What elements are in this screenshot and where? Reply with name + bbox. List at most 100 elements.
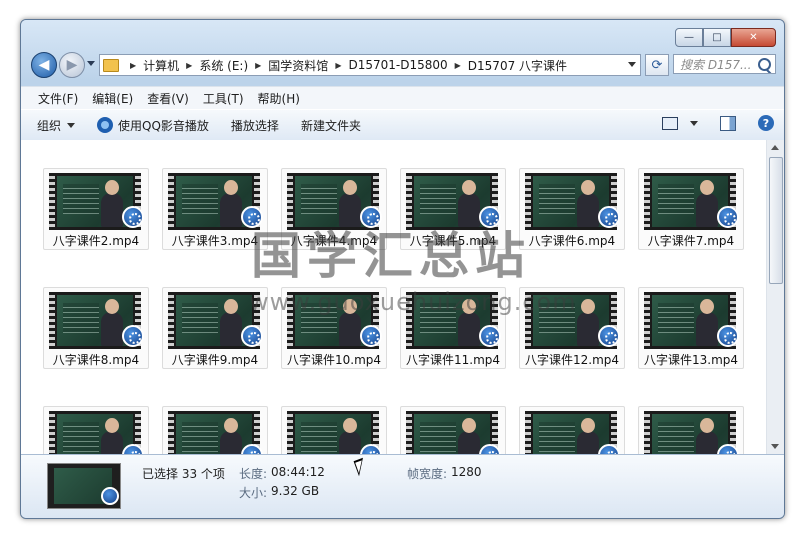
menu-tools[interactable]: 工具(T)	[203, 90, 244, 107]
chevron-right-icon[interactable]: ▶	[255, 61, 261, 70]
video-frame	[652, 414, 728, 454]
qq-player-icon	[241, 206, 263, 228]
arrow-left-icon: ◀	[38, 57, 50, 73]
file-item[interactable]: 八字课件14.mp4	[43, 406, 149, 454]
file-item[interactable]: 八字课件9.mp4	[162, 287, 268, 369]
lecturer-figure	[339, 299, 361, 346]
blackboard-writing	[63, 303, 99, 333]
recent-pages-dropdown[interactable]	[87, 61, 95, 66]
play-with-qq-button[interactable]: 使用QQ影音播放	[97, 117, 209, 134]
lecturer-figure	[458, 299, 480, 346]
view-controls: ?	[662, 115, 774, 131]
file-item[interactable]: 八字课件5.mp4	[400, 168, 506, 250]
qq-player-icon	[598, 206, 620, 228]
lecturer-figure	[577, 299, 599, 346]
file-item[interactable]: 八字课件10.mp4	[281, 287, 387, 369]
change-view-icon[interactable]	[662, 116, 678, 130]
blackboard-writing	[658, 303, 694, 333]
file-name: 八字课件4.mp4	[290, 234, 378, 248]
address-dropdown[interactable]	[628, 62, 636, 67]
address-bar[interactable]: ▶ 计算机 ▶ 系统 (E:) ▶ 国学资料馆 ▶ D15701-D15800 …	[99, 54, 641, 76]
organize-label: 组织	[37, 118, 62, 133]
menu-file[interactable]: 文件(F)	[38, 90, 78, 107]
file-item[interactable]: 八字课件8.mp4	[43, 287, 149, 369]
vertical-scrollbar[interactable]	[766, 140, 784, 454]
blackboard-writing	[182, 303, 218, 333]
selected-count: 已选择 33 个项	[142, 467, 225, 481]
preview-pane-icon[interactable]	[720, 115, 736, 131]
file-name: 八字课件8.mp4	[52, 353, 140, 367]
search-icon[interactable]	[758, 58, 771, 71]
file-item[interactable]: 八字课件19.mp4	[638, 406, 744, 454]
close-button[interactable]: ✕	[731, 28, 776, 47]
chevron-right-icon[interactable]: ▶	[130, 61, 136, 70]
chevron-right-icon[interactable]: ▶	[455, 61, 461, 70]
new-folder-button[interactable]: 新建文件夹	[301, 117, 361, 134]
lecturer-figure	[220, 180, 242, 227]
search-input[interactable]: 搜索 D157...	[673, 54, 776, 74]
forward-button[interactable]: ▶	[59, 52, 85, 78]
blackboard-writing	[539, 303, 575, 333]
blackboard-writing	[420, 422, 456, 452]
file-item[interactable]: 八字课件15.mp4	[162, 406, 268, 454]
size-value: 9.32 GB	[271, 484, 320, 498]
qq-player-icon	[598, 325, 620, 347]
lecturer-figure	[696, 418, 718, 454]
video-frame	[533, 414, 609, 454]
chevron-right-icon[interactable]: ▶	[186, 61, 192, 70]
breadcrumb-item-drive[interactable]: 系统 (E:)	[199, 57, 248, 74]
file-item[interactable]: 八字课件13.mp4	[638, 287, 744, 369]
refresh-button[interactable]: ⟳	[645, 54, 669, 76]
lecturer-figure	[101, 418, 123, 454]
breadcrumb-item-library[interactable]: 国学资料馆	[268, 57, 328, 74]
breadcrumb-item-current[interactable]: D15707 八字课件	[468, 57, 567, 74]
breadcrumb-item-computer[interactable]: 计算机	[143, 57, 179, 74]
length-label: 长度:	[239, 467, 268, 481]
explorer-window: — □ ✕ ◀ ▶ ▶ 计算机 ▶ 系统 (E:) ▶ 国学资料馆 ▶ D157…	[20, 19, 785, 519]
blackboard-writing	[658, 184, 694, 214]
menu-edit[interactable]: 编辑(E)	[92, 90, 133, 107]
blackboard-writing	[63, 184, 99, 214]
file-item[interactable]: 八字课件17.mp4	[400, 406, 506, 454]
file-item[interactable]: 八字课件12.mp4	[519, 287, 625, 369]
back-button[interactable]: ◀	[31, 52, 57, 78]
file-item[interactable]: 八字课件18.mp4	[519, 406, 625, 454]
maximize-button[interactable]: □	[703, 28, 731, 47]
breadcrumb: ▶ 计算机 ▶ 系统 (E:) ▶ 国学资料馆 ▶ D15701-D15800 …	[123, 57, 567, 74]
file-item[interactable]: 八字课件16.mp4	[281, 406, 387, 454]
file-item[interactable]: 八字课件3.mp4	[162, 168, 268, 250]
play-selected-button[interactable]: 播放选择	[231, 117, 279, 134]
scrollbar-thumb[interactable]	[769, 157, 783, 284]
organize-button[interactable]: 组织	[37, 117, 76, 134]
blackboard-writing	[301, 422, 337, 452]
menu-view[interactable]: 查看(V)	[147, 90, 189, 107]
file-item[interactable]: 八字课件7.mp4	[638, 168, 744, 250]
help-icon[interactable]: ?	[758, 115, 774, 131]
breadcrumb-item-range[interactable]: D15701-D15800	[348, 58, 447, 72]
lecturer-figure	[220, 418, 242, 454]
file-item[interactable]: 八字课件4.mp4	[281, 168, 387, 250]
file-name: 八字课件5.mp4	[409, 234, 497, 248]
blackboard-writing	[420, 303, 456, 333]
video-frame	[57, 414, 133, 454]
blackboard-writing	[301, 303, 337, 333]
lecturer-figure	[339, 418, 361, 454]
minimize-button[interactable]: —	[675, 28, 703, 47]
scroll-down-arrow-icon[interactable]	[771, 444, 779, 449]
qq-player-icon	[717, 206, 739, 228]
qq-player-icon	[360, 206, 382, 228]
qq-player-icon	[479, 325, 501, 347]
qq-player-icon	[479, 206, 501, 228]
menu-help[interactable]: 帮助(H)	[258, 90, 300, 107]
view-options-dropdown[interactable]	[690, 120, 698, 126]
lecturer-figure	[458, 180, 480, 227]
file-item[interactable]: 八字课件2.mp4	[43, 168, 149, 250]
blackboard-writing	[539, 184, 575, 214]
file-item[interactable]: 八字课件6.mp4	[519, 168, 625, 250]
scroll-up-arrow-icon[interactable]	[771, 145, 779, 150]
file-item[interactable]: 八字课件11.mp4	[400, 287, 506, 369]
blackboard-writing	[420, 184, 456, 214]
chevron-right-icon[interactable]: ▶	[335, 61, 341, 70]
refresh-icon: ⟳	[651, 57, 663, 73]
file-name: 八字课件11.mp4	[405, 353, 501, 367]
